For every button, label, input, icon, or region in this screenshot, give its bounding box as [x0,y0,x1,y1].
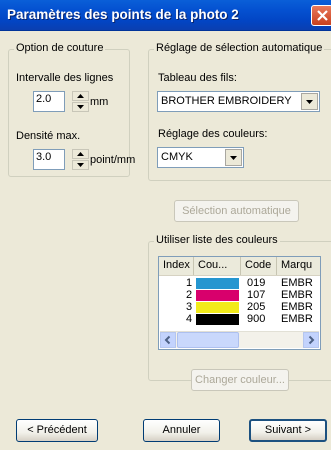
column-header-index[interactable]: Index [159,257,194,275]
spin-down-button[interactable] [72,102,89,112]
table-row[interactable]: 4 900 EMBR [159,313,320,325]
chevron-right-icon [308,335,315,345]
triangle-down-icon [77,163,84,167]
cancel-button[interactable]: Annuler [143,419,220,442]
color-setting-select[interactable]: CMYK [157,147,244,168]
dropdown-button[interactable] [225,149,242,166]
color-list-view[interactable]: Index Cou... Code Marqu 1 019 EMBR 2 107… [158,256,321,350]
row-brand: EMBR [281,289,313,301]
chevron-down-icon [230,156,237,160]
thread-table-select[interactable]: BROTHER EMBROIDERY [157,91,320,112]
density-label: Densité max. [16,130,81,142]
interval-label: Intervalle des lignes [16,72,114,84]
row-index: 3 [186,301,193,313]
spin-up-button[interactable] [72,91,89,101]
density-spinner[interactable] [72,149,89,170]
window-title: Paramètres des points de la photo 2 [7,7,239,22]
column-header-brand[interactable]: Marqu [277,257,320,275]
row-brand: EMBR [281,277,313,289]
chevron-down-icon [306,100,313,104]
column-header-color[interactable]: Cou... [194,257,241,275]
triangle-down-icon [77,105,84,109]
row-index: 2 [186,289,193,301]
change-color-button[interactable]: Changer couleur... [191,369,289,391]
density-unit: point/mm [90,154,136,166]
color-swatch [196,278,239,289]
close-button[interactable] [311,5,331,26]
row-brand: EMBR [281,301,313,313]
sewing-options-legend: Option de couture [14,42,106,54]
scroll-thumb[interactable] [177,332,239,348]
density-input[interactable]: 3.0 [33,149,65,170]
color-swatch [196,290,239,301]
color-setting-label: Réglage des couleurs: [158,128,268,140]
table-row[interactable]: 3 205 EMBR [159,301,320,313]
interval-unit: mm [90,96,109,108]
title-bar[interactable]: Paramètres des points de la photo 2 [0,0,331,31]
previous-button[interactable]: < Précédent [16,419,98,442]
list-header: Index Cou... Code Marqu [159,257,320,276]
color-swatch [196,302,239,313]
triangle-up-icon [77,94,84,98]
color-swatch [196,314,239,325]
row-code: 107 [247,289,266,301]
interval-input[interactable]: 2.0 [33,91,65,112]
scroll-right-button[interactable] [303,332,319,348]
row-code: 205 [247,301,266,313]
next-button[interactable]: Suivant > [249,419,327,442]
dropdown-button[interactable] [301,93,318,110]
row-code: 900 [247,313,266,325]
row-brand: EMBR [281,313,313,325]
color-list-legend: Utiliser liste des couleurs [154,234,280,246]
horizontal-scrollbar[interactable] [160,331,319,348]
spin-up-button[interactable] [72,149,89,159]
table-row[interactable]: 1 019 EMBR [159,277,320,289]
scroll-left-button[interactable] [160,332,176,348]
close-icon [317,10,328,21]
triangle-up-icon [77,152,84,156]
row-code: 019 [247,277,266,289]
auto-select-button[interactable]: Sélection automatique [174,200,299,222]
row-index: 1 [186,277,193,289]
auto-selection-legend: Réglage de sélection automatique [154,42,325,54]
chevron-left-icon [164,335,171,345]
interval-spinner[interactable] [72,91,89,112]
row-index: 4 [186,313,193,325]
column-header-code[interactable]: Code [241,257,277,275]
spin-down-button[interactable] [72,160,89,170]
table-row[interactable]: 2 107 EMBR [159,289,320,301]
thread-table-label: Tableau des fils: [158,72,237,84]
